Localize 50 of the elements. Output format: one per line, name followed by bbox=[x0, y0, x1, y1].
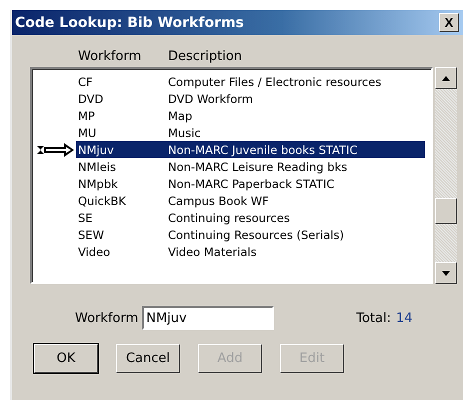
table-cell-text: Video bbox=[77, 244, 112, 258]
table-cell-text: Video Materials bbox=[167, 244, 258, 258]
table-cell-text: NMpbk bbox=[77, 176, 119, 190]
list-row[interactable]: MP Map bbox=[76, 107, 425, 124]
table-cell-text: Campus Book WF bbox=[167, 194, 270, 208]
table-cell-text: NMleis bbox=[77, 160, 117, 174]
window-title: Code Lookup: Bib Workforms bbox=[15, 14, 244, 30]
list-row[interactable]: NMjuv Non-MARC Juvenile books STATIC bbox=[76, 141, 425, 158]
scroll-down-button[interactable] bbox=[435, 262, 457, 284]
table-cell-text: Continuing Resources (Serials) bbox=[167, 228, 345, 242]
list-row[interactable]: SEW Continuing Resources (Serials) bbox=[76, 226, 425, 243]
table-cell-text: NMjuv bbox=[77, 142, 115, 156]
table-cell-text: QuickBK bbox=[77, 194, 127, 208]
table-cell-text: CF bbox=[77, 74, 94, 88]
list-row[interactable]: Video Video Materials bbox=[76, 243, 425, 260]
total-count: 14 bbox=[396, 310, 413, 326]
total-label: Total: bbox=[356, 310, 391, 326]
list-row[interactable]: NMleis Non-MARC Leisure Reading bks bbox=[76, 158, 425, 175]
list-row[interactable]: SE Continuing resources bbox=[76, 209, 425, 226]
field-label: Workform bbox=[75, 310, 138, 326]
down-arrow-icon bbox=[442, 270, 450, 276]
table-cell-text: DVD Workform bbox=[167, 92, 254, 106]
list-row[interactable]: NMpbk Non-MARC Paperback STATIC bbox=[76, 175, 425, 192]
table-cell-text: Music bbox=[167, 126, 202, 140]
table-cell-text: SEW bbox=[77, 228, 105, 242]
up-arrow-icon bbox=[442, 76, 450, 80]
list-row[interactable]: CF Computer Files / Electronic resources bbox=[76, 73, 425, 90]
table-cell-text: Non-MARC Juvenile books STATIC bbox=[167, 142, 358, 156]
table-cell-text: Continuing resources bbox=[167, 210, 291, 224]
table-cell-text: Computer Files / Electronic resources bbox=[167, 74, 382, 88]
table-cell-text: DVD bbox=[77, 92, 104, 106]
dialog-button[interactable]: OK bbox=[34, 344, 98, 373]
table-cell-text: MU bbox=[77, 126, 98, 140]
close-button[interactable]: X bbox=[439, 13, 459, 32]
table-cell-text: Map bbox=[167, 108, 194, 122]
dialog-button[interactable]: Cancel bbox=[116, 344, 180, 373]
scrollbar[interactable] bbox=[435, 67, 457, 284]
list-row[interactable]: QuickBK Campus Book WF bbox=[76, 192, 425, 209]
scroll-thumb[interactable] bbox=[435, 198, 457, 224]
column-header: Workform bbox=[78, 49, 142, 64]
table-cell-text: SE bbox=[77, 210, 94, 224]
list-row[interactable]: MU Music bbox=[76, 124, 425, 141]
scroll-up-button[interactable] bbox=[435, 67, 457, 89]
table-cell-text: Non-MARC Paperback STATIC bbox=[167, 176, 336, 190]
column-header: Description bbox=[168, 49, 244, 64]
table-cell-text: MP bbox=[77, 108, 96, 122]
list-row[interactable]: DVD DVD Workform bbox=[76, 90, 425, 107]
workform-field[interactable]: NMjuv bbox=[142, 306, 274, 330]
pointer-arrow-icon bbox=[36, 142, 76, 158]
table-cell-text: Non-MARC Leisure Reading bks bbox=[167, 160, 348, 174]
